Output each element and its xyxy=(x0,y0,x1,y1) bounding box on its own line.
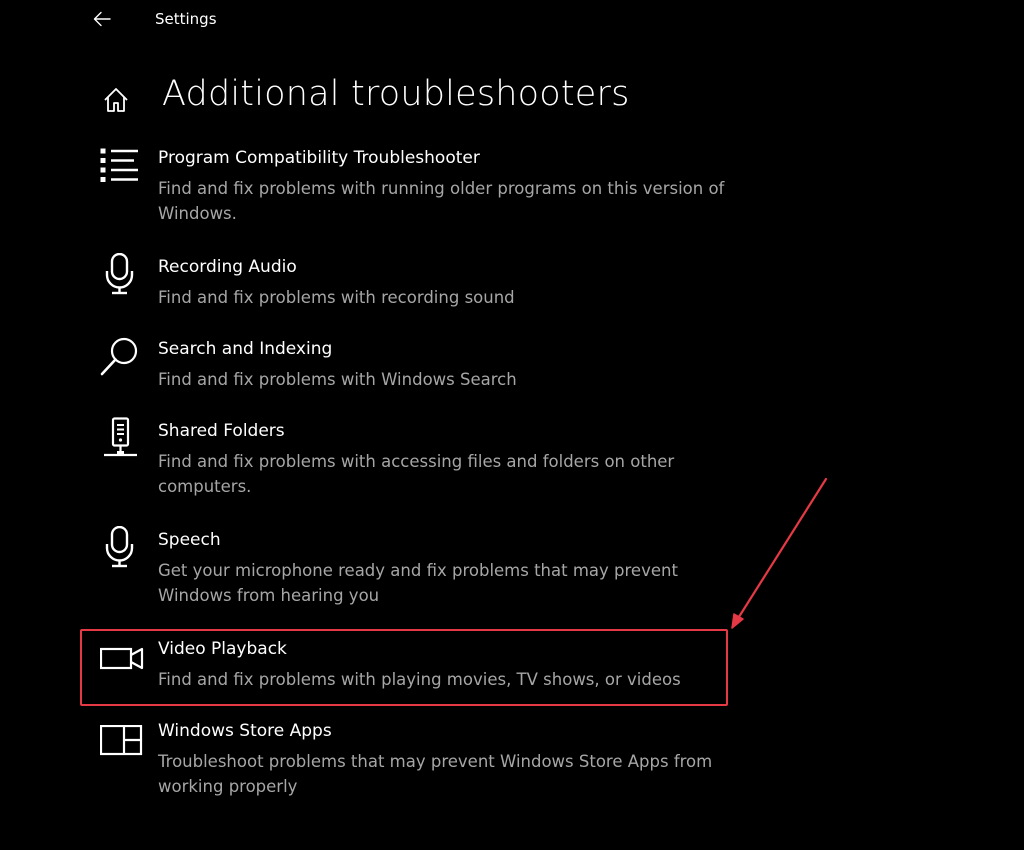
troubleshooter-description: Find and fix problems with recording sou… xyxy=(158,288,515,307)
list-icon xyxy=(100,148,138,182)
troubleshooter-recording-audio[interactable]: Recording Audio Find and fix problems wi… xyxy=(82,253,730,312)
home-icon xyxy=(104,88,128,112)
title-bar: Settings xyxy=(0,0,1024,40)
troubleshooter-speech[interactable]: Speech Get your microphone ready and fix… xyxy=(82,526,730,610)
search-icon xyxy=(100,337,138,376)
troubleshooter-title: Shared Folders xyxy=(158,421,285,441)
troubleshooter-description: Find and fix problems with Windows Searc… xyxy=(158,370,517,389)
troubleshooter-description: Get your microphone ready and fix proble… xyxy=(158,561,678,605)
microphone-icon xyxy=(105,253,134,295)
highlight-box xyxy=(80,629,728,706)
back-button[interactable] xyxy=(88,6,116,32)
troubleshooter-windows-store-apps[interactable]: Windows Store Apps Troubleshoot problems… xyxy=(82,721,730,801)
window-title: Settings xyxy=(155,10,217,28)
shared-folders-icon xyxy=(104,417,137,457)
troubleshooter-program-compatibility[interactable]: Program Compatibility Troubleshooter Fin… xyxy=(82,148,730,228)
back-arrow-icon xyxy=(93,11,111,27)
troubleshooter-description: Find and fix problems with running older… xyxy=(158,179,725,223)
troubleshooter-title: Recording Audio xyxy=(158,257,297,277)
store-apps-icon xyxy=(100,725,143,756)
troubleshooter-title: Speech xyxy=(158,530,221,550)
home-button[interactable] xyxy=(101,85,131,115)
troubleshooter-search-indexing[interactable]: Search and Indexing Find and fix problem… xyxy=(82,337,730,394)
troubleshooter-title: Search and Indexing xyxy=(158,339,333,359)
troubleshooter-title: Program Compatibility Troubleshooter xyxy=(158,148,480,168)
troubleshooter-description: Troubleshoot problems that may prevent W… xyxy=(158,752,713,796)
troubleshooter-title: Windows Store Apps xyxy=(158,721,332,741)
page-title: Additional troubleshooters xyxy=(162,74,630,114)
troubleshooter-description: Find and fix problems with accessing fil… xyxy=(158,452,675,496)
troubleshooter-shared-folders[interactable]: Shared Folders Find and fix problems wit… xyxy=(82,417,730,501)
microphone-icon xyxy=(105,526,134,568)
